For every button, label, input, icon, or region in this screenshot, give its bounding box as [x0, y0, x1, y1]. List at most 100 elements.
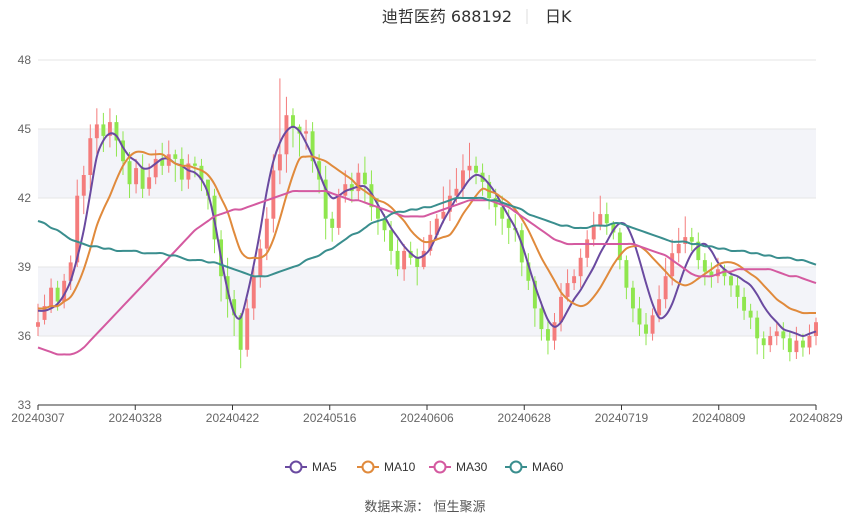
candle-body: [657, 299, 662, 316]
candle-body: [794, 340, 799, 353]
x-tick-label: 20240328: [109, 411, 163, 425]
y-axis: 33 36 39 42 45 48: [18, 53, 32, 412]
candle-body: [467, 165, 472, 171]
candle-body: [702, 260, 707, 272]
candle-body: [55, 287, 60, 302]
legend-label: MA60: [532, 460, 564, 474]
y-tick-label: 42: [18, 191, 32, 205]
candle-body: [545, 329, 550, 341]
data-source: 数据来源： 恒生聚源: [364, 500, 485, 515]
candle-body: [49, 287, 54, 307]
candle-body: [291, 115, 295, 127]
candle-body: [761, 338, 766, 346]
legend-marker: [509, 460, 523, 474]
candle-body: [552, 322, 557, 341]
candle-body: [245, 308, 250, 350]
candle-body: [101, 124, 106, 136]
y-tick-label: 36: [18, 329, 32, 343]
ma60-line: [37, 196, 817, 278]
candle-body: [742, 296, 747, 311]
x-tick-label: 20240606: [400, 411, 454, 425]
candle-body: [94, 124, 99, 139]
legend[interactable]: MA5 MA10 MA30 MA60: [285, 460, 564, 474]
candle-body: [277, 154, 282, 171]
legend-marker: [433, 460, 447, 474]
x-tick-label: 20240307: [11, 411, 65, 425]
candle-body: [140, 168, 145, 189]
candlestick-chart: 迪哲医药 688192 日K 333639424548 20240307 2024…: [11, 7, 843, 515]
candle-body: [389, 230, 394, 251]
candle-body: [598, 214, 603, 226]
grid-bands: [38, 59, 816, 406]
candle-body: [264, 218, 269, 249]
candle-body: [650, 315, 655, 334]
candle-body: [304, 131, 309, 134]
candle-body: [402, 250, 407, 270]
candle-body: [336, 195, 341, 228]
candle-body: [755, 317, 760, 339]
x-tick-label: 20240422: [206, 411, 260, 425]
candle-body: [258, 248, 263, 277]
candle-body: [670, 253, 675, 277]
candle-body: [395, 250, 400, 270]
legend-label: MA30: [456, 460, 488, 474]
candle-body: [36, 322, 40, 327]
candle-body: [474, 165, 478, 173]
y-tick-label: 39: [18, 260, 32, 274]
x-tick-label: 20240809: [692, 411, 746, 425]
x-tick-label: 20240628: [498, 411, 552, 425]
candle-body: [539, 308, 544, 330]
candle-body: [591, 225, 596, 240]
x-tick-label: 20240516: [303, 411, 357, 425]
x-axis: 20240307 20240328 20240422 20240516 20240606…: [11, 405, 843, 425]
candle-body: [330, 218, 335, 228]
candle-body: [173, 154, 178, 159]
candle-body: [735, 285, 740, 297]
chart-title: 迪哲医药 688192: [382, 7, 512, 26]
candle-body: [271, 170, 276, 219]
candle-body: [676, 244, 681, 254]
legend-item-ma5[interactable]: MA5: [285, 460, 337, 474]
candle-body: [630, 287, 635, 309]
candle-body: [781, 331, 786, 339]
legend-item-ma60[interactable]: MA60: [505, 460, 564, 474]
y-tick-label: 33: [18, 398, 32, 412]
x-tick-label: 20240829: [789, 411, 843, 425]
candle-body: [134, 168, 139, 185]
candle-body: [729, 276, 733, 286]
candle-body: [624, 260, 629, 288]
candle-body: [251, 276, 256, 309]
candle-body: [814, 322, 818, 336]
candle-body: [585, 239, 590, 258]
legend-marker: [289, 460, 303, 474]
candle-body: [807, 336, 812, 348]
candle-body: [565, 283, 570, 297]
candle-body: [578, 257, 583, 277]
legend-item-ma30[interactable]: MA30: [429, 460, 488, 474]
candle-body: [415, 257, 420, 267]
candle-body: [748, 310, 753, 318]
candle-body: [81, 175, 86, 196]
candle-body: [644, 324, 648, 334]
candle-body: [362, 172, 367, 185]
legend-item-ma10[interactable]: MA10: [357, 460, 416, 474]
legend-label: MA5: [312, 460, 337, 474]
y-tick-label: 48: [18, 53, 32, 67]
candle-body: [637, 308, 642, 325]
candle-body: [787, 338, 792, 353]
legend-label: MA10: [384, 460, 416, 474]
candle-body: [192, 163, 197, 166]
y-tick-label: 45: [18, 122, 32, 136]
candle-body: [663, 276, 668, 300]
candle-body: [572, 276, 577, 284]
candle-body: [179, 158, 184, 180]
chart-header: 迪哲医药 688192 日K: [382, 7, 572, 26]
candle-body: [800, 340, 805, 348]
candle-body: [768, 336, 773, 346]
candle-body: [127, 161, 132, 185]
candle-body: [238, 315, 243, 350]
x-tick-label: 20240719: [595, 411, 649, 425]
period-label: 日K: [545, 7, 572, 26]
candle-body: [689, 237, 694, 242]
candle-body: [147, 177, 152, 189]
